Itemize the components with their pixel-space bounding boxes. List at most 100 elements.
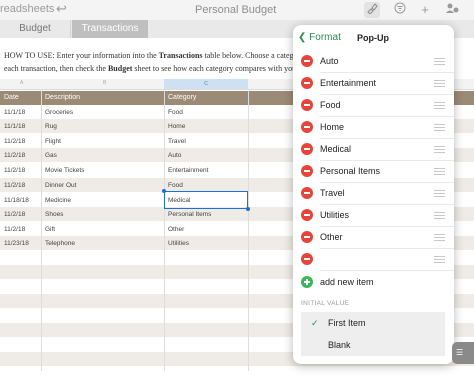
cell-date[interactable]: 11/23/18 bbox=[4, 240, 29, 247]
cell-action-button[interactable]: ☰ Ce bbox=[452, 342, 474, 379]
cell-date[interactable]: 11/1/18 bbox=[4, 123, 25, 130]
popup-item[interactable]: Auto bbox=[293, 50, 454, 72]
popover-title: Pop-Up bbox=[357, 33, 389, 43]
selection-handle[interactable] bbox=[162, 189, 166, 193]
cell-description[interactable]: Groceries bbox=[45, 109, 73, 116]
cell-description[interactable]: Shoes bbox=[45, 211, 63, 218]
cell-category[interactable]: Auto bbox=[168, 152, 181, 159]
option-label[interactable]: First Item bbox=[328, 318, 366, 328]
cell-description[interactable]: Dinner Out bbox=[45, 182, 76, 189]
tab-budget[interactable]: Budget bbox=[0, 20, 71, 38]
cell-description[interactable]: Telephone bbox=[45, 240, 75, 247]
delete-item-icon[interactable] bbox=[301, 209, 313, 221]
selection-handle[interactable] bbox=[246, 207, 250, 211]
column-divider bbox=[164, 91, 165, 371]
delete-item-icon[interactable] bbox=[301, 77, 313, 89]
popup-item[interactable]: Food bbox=[293, 94, 454, 116]
reorder-handle-icon[interactable] bbox=[434, 168, 445, 175]
delete-item-icon[interactable] bbox=[301, 253, 313, 265]
add-new-item-label[interactable]: add new item bbox=[320, 277, 374, 287]
cell-category[interactable]: Food bbox=[168, 109, 183, 116]
cell-category[interactable]: Other bbox=[168, 226, 184, 233]
cell-description[interactable]: Flight bbox=[45, 138, 61, 145]
initial-value-option-first-item[interactable]: ✓ First Item bbox=[301, 312, 445, 334]
column-divider bbox=[41, 91, 42, 371]
popup-item-label[interactable]: Food bbox=[320, 100, 341, 110]
collaborate-icon[interactable] bbox=[444, 2, 460, 18]
cell-description[interactable]: Medicine bbox=[45, 197, 71, 204]
cell-date[interactable]: 11/1/18 bbox=[4, 109, 25, 116]
cell-description[interactable]: Gift bbox=[45, 226, 55, 233]
popup-item-label[interactable]: Utilities bbox=[320, 210, 349, 220]
cell-category[interactable]: Entertainment bbox=[168, 167, 208, 174]
delete-item-icon[interactable] bbox=[301, 143, 313, 155]
column-letter-a[interactable]: A bbox=[20, 80, 23, 86]
delete-item-icon[interactable] bbox=[301, 165, 313, 177]
popup-item-label[interactable]: Home bbox=[320, 122, 344, 132]
cell-date[interactable]: 11/2/18 bbox=[4, 152, 25, 159]
cell-category[interactable]: Travel bbox=[168, 138, 186, 145]
reorder-handle-icon[interactable] bbox=[434, 146, 445, 153]
header-date: Date bbox=[4, 94, 19, 101]
delete-item-icon[interactable] bbox=[301, 187, 313, 199]
format-back-button[interactable]: ❮ Format bbox=[298, 32, 341, 43]
cell-date[interactable]: 11/2/18 bbox=[4, 167, 25, 174]
column-letter-c[interactable]: C bbox=[164, 79, 248, 89]
add-icon[interactable]: + bbox=[417, 2, 433, 18]
popup-item[interactable]: Entertainment bbox=[293, 72, 454, 94]
option-label[interactable]: Blank bbox=[328, 340, 351, 350]
popup-item-label[interactable]: Other bbox=[320, 232, 343, 242]
cell-category[interactable]: Utilities bbox=[168, 240, 189, 247]
filter-icon[interactable] bbox=[392, 2, 408, 18]
column-letter-b[interactable]: B bbox=[103, 80, 106, 86]
selected-cell[interactable] bbox=[162, 189, 250, 211]
popup-item-label[interactable]: Travel bbox=[320, 188, 345, 198]
undo-icon[interactable]: ↩ bbox=[56, 1, 67, 17]
popup-item-label[interactable]: Medical bbox=[320, 144, 351, 154]
cell-date[interactable]: 11/2/18 bbox=[4, 138, 25, 145]
header-description: Description bbox=[45, 94, 81, 101]
cell-description[interactable]: Gas bbox=[45, 152, 57, 159]
reorder-handle-icon[interactable] bbox=[434, 190, 445, 197]
popup-item[interactable]: Utilities bbox=[293, 204, 454, 226]
add-icon bbox=[301, 276, 313, 288]
cell-date[interactable]: 11/2/18 bbox=[4, 211, 25, 218]
delete-item-icon[interactable] bbox=[301, 55, 313, 67]
popup-item[interactable]: Personal Items bbox=[293, 160, 454, 182]
popup-item[interactable]: Home bbox=[293, 116, 454, 138]
popup-item[interactable]: Medical bbox=[293, 138, 454, 160]
popup-item[interactable]: Travel bbox=[293, 182, 454, 204]
reorder-handle-icon[interactable] bbox=[434, 124, 445, 131]
format-brush-icon[interactable] bbox=[364, 2, 380, 18]
back-to-spreadsheets-button[interactable]: readsheets bbox=[0, 3, 54, 15]
popup-item[interactable]: Other bbox=[293, 226, 454, 248]
popup-item-blank[interactable] bbox=[293, 248, 454, 270]
cell-category[interactable]: Home bbox=[168, 123, 185, 130]
popup-item-label[interactable]: Auto bbox=[320, 56, 339, 66]
reorder-handle-icon[interactable] bbox=[434, 256, 445, 263]
reorder-handle-icon[interactable] bbox=[434, 102, 445, 109]
popup-item-label[interactable]: Personal Items bbox=[320, 166, 380, 176]
reorder-handle-icon[interactable] bbox=[434, 212, 445, 219]
delete-item-icon[interactable] bbox=[301, 121, 313, 133]
cell-date[interactable]: 11/18/18 bbox=[4, 197, 29, 204]
cell-category[interactable]: Food bbox=[168, 182, 183, 189]
checkmark-icon: ✓ bbox=[311, 318, 319, 328]
reorder-handle-icon[interactable] bbox=[434, 58, 445, 65]
initial-value-option-blank[interactable]: Blank bbox=[301, 334, 445, 356]
how-to-use-text: HOW TO USE: Enter your information into … bbox=[4, 51, 305, 73]
delete-item-icon[interactable] bbox=[301, 231, 313, 243]
initial-value-label: INITIAL VALUE bbox=[301, 300, 350, 307]
cell-description[interactable]: Movie Tickets bbox=[45, 167, 84, 174]
cell-date[interactable]: 11/2/18 bbox=[4, 182, 25, 189]
reorder-handle-icon[interactable] bbox=[434, 234, 445, 241]
reorder-handle-icon[interactable] bbox=[434, 80, 445, 87]
add-new-item-button[interactable]: add new item bbox=[293, 271, 454, 293]
tab-transactions[interactable]: Transactions bbox=[72, 20, 148, 38]
popup-menu-format-popover: ❮ Format Pop-Up Auto Entertainment Food … bbox=[293, 25, 454, 364]
popup-item-label[interactable]: Entertainment bbox=[320, 78, 376, 88]
cell-date[interactable]: 11/2/18 bbox=[4, 226, 25, 233]
cell-category[interactable]: Personal Items bbox=[168, 211, 211, 218]
cell-description[interactable]: Rug bbox=[45, 123, 57, 130]
delete-item-icon[interactable] bbox=[301, 99, 313, 111]
